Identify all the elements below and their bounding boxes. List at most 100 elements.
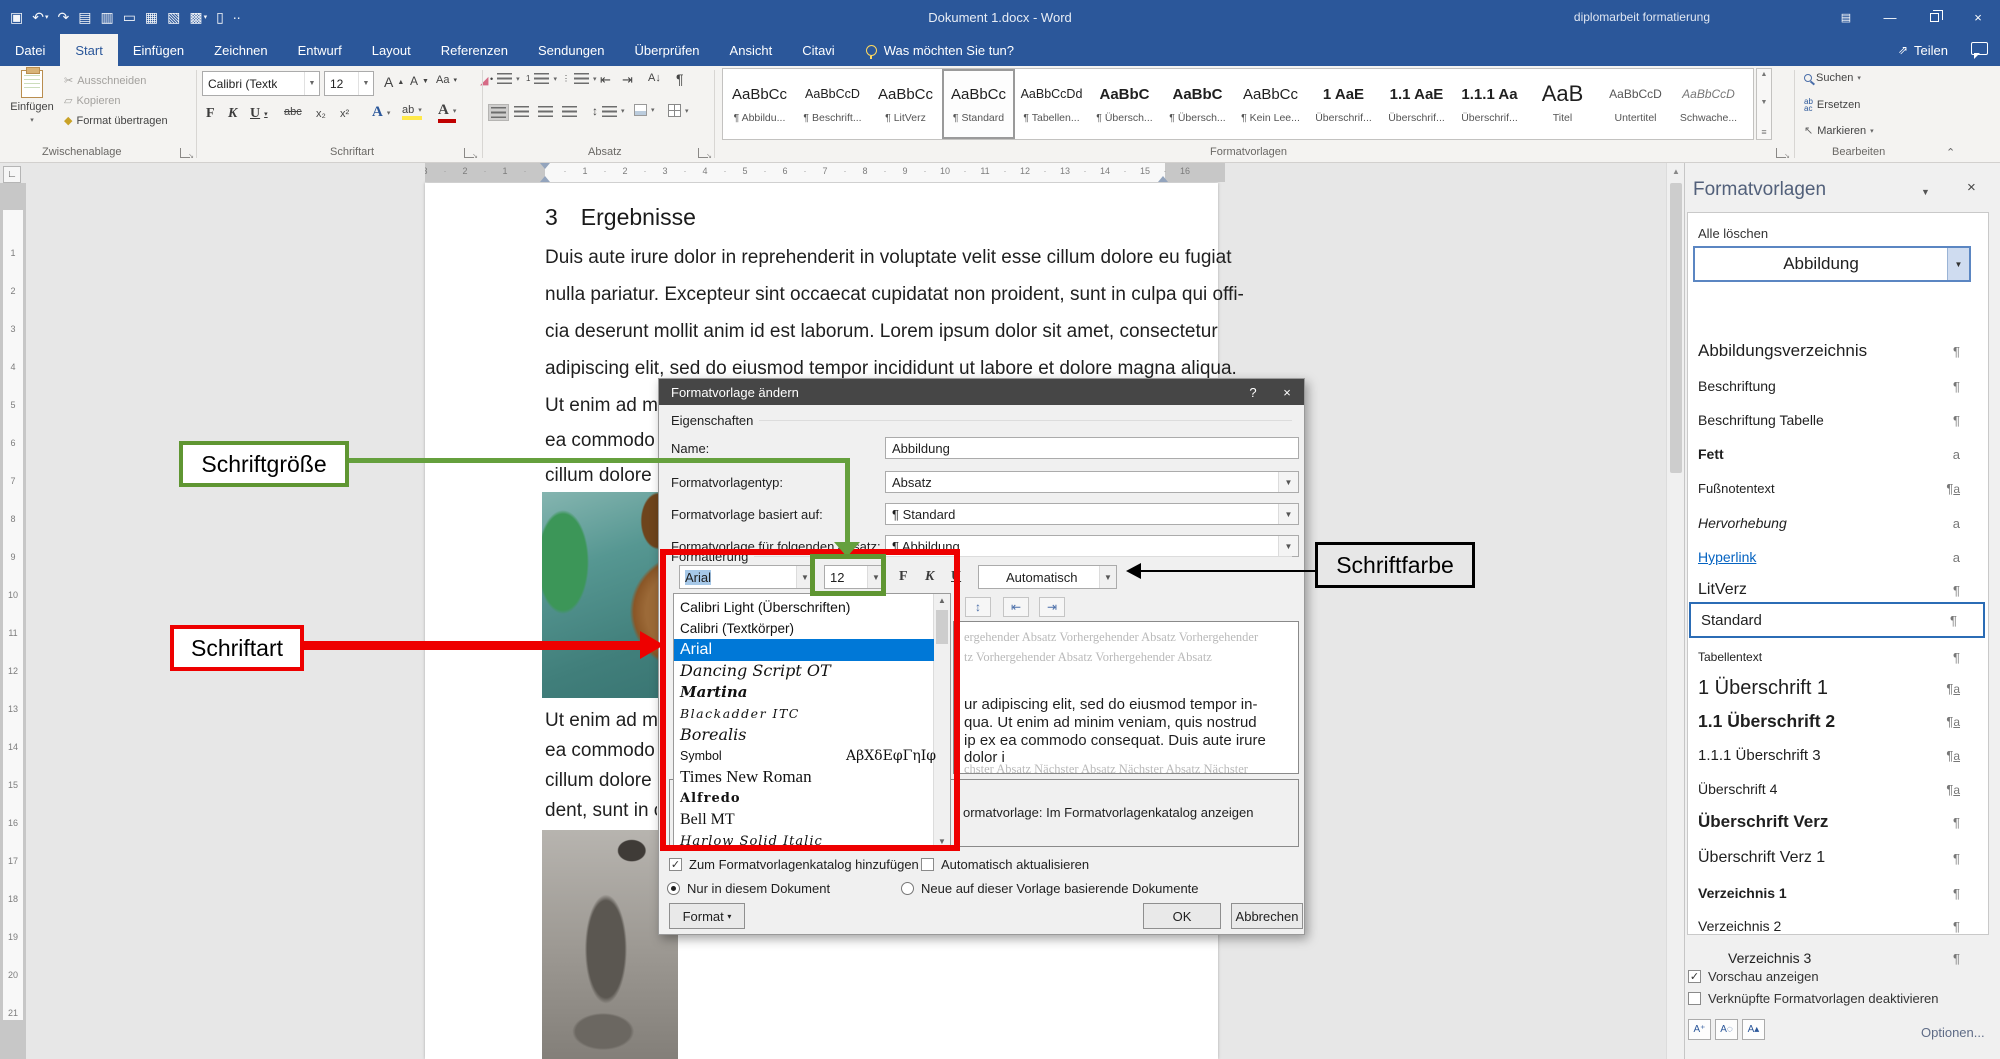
collapse-ribbon-icon[interactable]: ⌃: [1946, 146, 1955, 159]
shrink-font-button[interactable]: A▼: [410, 74, 429, 88]
decrease-indent-icon[interactable]: ⇤: [1003, 597, 1029, 617]
only-this-document-radio[interactable]: Nur in diesem Dokument: [667, 881, 830, 896]
select-button[interactable]: ↖ Markieren ▾: [1804, 124, 1874, 137]
horizontal-ruler[interactable]: 3·2·1·1·2·3·4·5·6·7·8·9·10·11·12·13·14·1…: [425, 163, 1225, 182]
find-button[interactable]: Suchen ▾: [1804, 72, 1861, 84]
gallery-style-beschrift[interactable]: AaBbCcD¶ Beschrift...: [796, 69, 869, 139]
new-documents-radio[interactable]: Neue auf dieser Vorlage basierende Dokum…: [901, 881, 1199, 896]
bold-button[interactable]: F: [206, 106, 215, 122]
sort-icon[interactable]: A↓: [648, 72, 661, 84]
grow-font-button[interactable]: A▲: [384, 74, 404, 90]
highlight-color-button[interactable]: ab▾: [402, 104, 422, 120]
tab-stop-selector[interactable]: ∟: [3, 166, 21, 183]
style-item-1-1-1-überschrift-3[interactable]: 1.1.1 Überschrift 3¶a: [1688, 740, 1986, 770]
italic-button[interactable]: K: [228, 106, 237, 122]
style-item-hyperlink[interactable]: Hyperlinka: [1688, 542, 1986, 572]
gallery-style-überschrif[interactable]: 1.1 AaEÜberschrif...: [1380, 69, 1453, 139]
font-size-combo[interactable]: 12 ▼: [324, 71, 374, 96]
style-item-litverz[interactable]: LitVerz¶: [1688, 575, 1986, 605]
underline-button[interactable]: U ▾: [250, 106, 268, 122]
change-case-button[interactable]: Aa▾: [436, 74, 457, 86]
paste-button[interactable]: Einfügen ▾: [6, 70, 58, 124]
ok-button[interactable]: OK: [1143, 903, 1221, 929]
gallery-style-überschrif[interactable]: 1 AaEÜberschrif...: [1307, 69, 1380, 139]
chevron-down-icon[interactable]: ▼: [1947, 248, 1969, 280]
subscript-button[interactable]: x₂: [316, 108, 326, 120]
gallery-style-titel[interactable]: AaBTitel: [1526, 69, 1599, 139]
tab-sendungen[interactable]: Sendungen: [523, 34, 620, 66]
help-icon[interactable]: ?: [1236, 379, 1270, 405]
vertical-ruler[interactable]: 123456789101112131415161718192021: [0, 183, 26, 1059]
gallery-style-litverz[interactable]: AaBbCc¶ LitVerz: [869, 69, 942, 139]
tab-start[interactable]: Start: [60, 34, 117, 66]
gallery-style-übersch[interactable]: AaBbC¶ Übersch...: [1088, 69, 1161, 139]
add-to-gallery-checkbox[interactable]: ✓ Zum Formatvorlagenkatalog hinzufügen: [669, 857, 919, 872]
format-painter-button[interactable]: ◆ Format übertragen: [64, 114, 168, 127]
based-on-select[interactable]: ¶ Standard▼: [885, 503, 1299, 525]
show-paragraph-marks-icon[interactable]: ¶: [676, 71, 684, 87]
font-name-combo[interactable]: Calibri (Textk ▼: [202, 71, 320, 96]
share-button[interactable]: ⇗ Teilen: [1898, 34, 1948, 66]
scrollbar-thumb[interactable]: [1670, 183, 1682, 473]
pane-dropdown-icon[interactable]: ▼: [1921, 187, 1930, 197]
tab-überprüfen[interactable]: Überprüfen: [620, 34, 715, 66]
line-spacing-icon[interactable]: ↕: [965, 597, 991, 617]
style-item-abbildungsverzeichnis[interactable]: Abbildungsverzeichnis¶: [1688, 336, 1986, 366]
clipboard-dialog-launcher[interactable]: [180, 148, 190, 158]
style-item-tabellentext[interactable]: Tabellentext¶: [1688, 642, 1986, 672]
gallery-style-überschrif[interactable]: 1.1.1 AaÜberschrif...: [1453, 69, 1526, 139]
cut-button[interactable]: ✂ Ausschneiden: [64, 74, 146, 87]
strikethrough-button[interactable]: abc: [284, 106, 302, 118]
disable-linked-checkbox[interactable]: Verknüpfte Formatvorlagen deaktivieren: [1688, 991, 1939, 1006]
chevron-down-icon[interactable]: ▼: [1278, 472, 1298, 492]
close-button[interactable]: ×: [1956, 0, 2000, 34]
gallery-style-schwache[interactable]: AaBbCcDSchwache...: [1672, 69, 1745, 139]
gallery-style-tabellen[interactable]: AaBbCcDd¶ Tabellen...: [1015, 69, 1088, 139]
increase-indent-icon[interactable]: ⇥: [1039, 597, 1065, 617]
style-item-überschrift-verz-1[interactable]: Überschrift Verz 1¶: [1688, 843, 1986, 873]
gallery-style-untertitel[interactable]: AaBbCcDUntertitel: [1599, 69, 1672, 139]
tab-ansicht[interactable]: Ansicht: [715, 34, 788, 66]
chevron-down-icon[interactable]: ▼: [1278, 504, 1298, 524]
clear-formatting-icon[interactable]: ◢: [466, 74, 488, 87]
style-type-select[interactable]: Absatz▼: [885, 471, 1299, 493]
align-center-button[interactable]: [514, 106, 529, 117]
gallery-style-übersch[interactable]: AaBbC¶ Übersch...: [1161, 69, 1234, 139]
clear-all-item[interactable]: Alle löschen: [1698, 226, 1768, 241]
style-item-verzeichnis-2[interactable]: Verzeichnis 2¶: [1688, 911, 1986, 941]
comments-icon[interactable]: [1971, 42, 1988, 55]
style-item-fett[interactable]: Fetta: [1688, 439, 1986, 469]
tab-datei[interactable]: Datei: [0, 34, 60, 66]
styles-dialog-launcher[interactable]: [1776, 148, 1786, 158]
tab-citavi[interactable]: Citavi: [787, 34, 850, 66]
tab-zeichnen[interactable]: Zeichnen: [199, 34, 282, 66]
scroll-down-icon[interactable]: ▼: [1761, 99, 1768, 106]
name-input[interactable]: Abbildung: [885, 437, 1299, 459]
auto-update-checkbox[interactable]: Automatisch aktualisieren: [921, 857, 1089, 872]
style-item-1-überschrift-1[interactable]: 1 Überschrift 1¶a: [1688, 673, 1986, 703]
align-right-button[interactable]: [538, 106, 553, 117]
tell-me-assistant[interactable]: Was möchten Sie tun?: [850, 34, 1014, 66]
multilevel-list-icon[interactable]: ⋮▾: [562, 73, 597, 84]
style-item-überschrift-4[interactable]: Überschrift 4¶a: [1688, 774, 1986, 804]
style-item-beschriftung[interactable]: Beschriftung¶: [1688, 371, 1986, 401]
chevron-down-icon[interactable]: ▼: [358, 72, 373, 95]
font-color-button[interactable]: A▾: [438, 102, 456, 123]
style-item-verzeichnis-1[interactable]: Verzeichnis 1¶: [1688, 878, 1986, 908]
new-style-button[interactable]: A⁺: [1688, 1019, 1711, 1040]
tab-einfügen[interactable]: Einfügen: [118, 34, 199, 66]
style-inspector-button[interactable]: A◌: [1715, 1019, 1738, 1040]
chevron-down-icon[interactable]: ▼: [304, 72, 319, 95]
justify-button[interactable]: [562, 106, 577, 117]
hanging-indent-marker[interactable]: [540, 171, 550, 182]
tab-entwurf[interactable]: Entwurf: [283, 34, 357, 66]
style-item-standard[interactable]: Standard¶: [1689, 602, 1985, 638]
style-item-überschrift-verz[interactable]: Überschrift Verz¶: [1688, 807, 1986, 837]
dialog-close-icon[interactable]: ×: [1270, 379, 1304, 405]
minimize-button[interactable]: —: [1868, 0, 1912, 34]
align-left-button[interactable]: [488, 104, 509, 121]
preview-checkbox[interactable]: ✓ Vorschau anzeigen: [1688, 969, 1819, 984]
style-item-beschriftung-tabelle[interactable]: Beschriftung Tabelle¶: [1688, 405, 1986, 435]
borders-icon[interactable]: ▾: [668, 104, 689, 117]
restore-button[interactable]: [1912, 0, 1956, 34]
